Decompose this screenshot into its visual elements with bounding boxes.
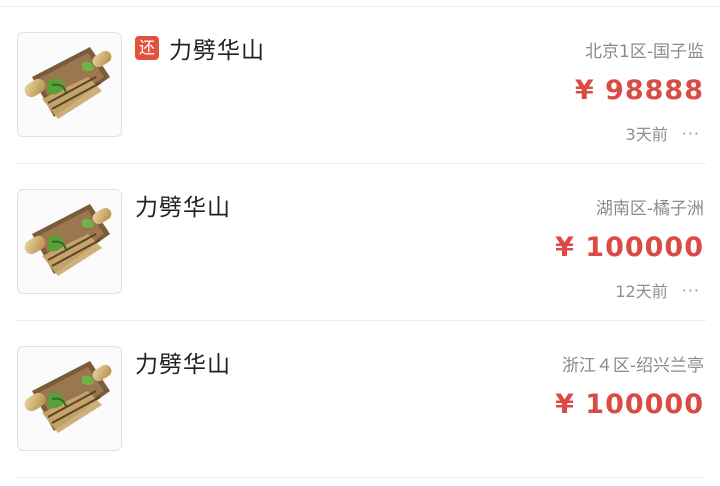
listing-title: 力劈华山 bbox=[135, 195, 231, 221]
skill-scroll-icon bbox=[17, 189, 122, 294]
skill-scroll-icon bbox=[17, 346, 122, 451]
time-label: 3天前 bbox=[625, 125, 668, 144]
return-badge-icon: 还 bbox=[135, 36, 159, 60]
title-row: 力劈华山 bbox=[135, 347, 231, 378]
listing-title: 力劈华山 bbox=[169, 38, 265, 64]
title-row: 力劈华山 bbox=[135, 190, 231, 221]
more-dots-icon[interactable]: ··· bbox=[682, 281, 700, 300]
price-label: ¥ 98888 bbox=[574, 75, 704, 106]
server-label: 浙江４区-绍兴兰亭 bbox=[561, 356, 704, 376]
more-dots-icon[interactable]: ··· bbox=[682, 124, 700, 143]
skill-scroll-icon bbox=[17, 32, 122, 137]
title-row: 还 力劈华山 bbox=[135, 33, 265, 64]
listing-title: 力劈华山 bbox=[135, 352, 231, 378]
meta-row: 3天前 ··· bbox=[626, 121, 700, 145]
listing-item[interactable]: 力劈华山 浙江４区-绍兴兰亭 ¥ 100000 bbox=[16, 321, 706, 478]
listing-list: 还 力劈华山 北京1区-国子监 ¥ 98888 3天前 ··· 力劈华山 湖南区… bbox=[0, 7, 720, 478]
server-label: 湖南区-橘子洲 bbox=[595, 199, 704, 219]
server-label: 北京1区-国子监 bbox=[585, 42, 704, 62]
listing-item[interactable]: 还 力劈华山 北京1区-国子监 ¥ 98888 3天前 ··· bbox=[16, 7, 706, 164]
time-label: 12天前 bbox=[615, 282, 668, 301]
listing-item[interactable]: 力劈华山 湖南区-橘子洲 ¥ 100000 12天前 ··· bbox=[16, 164, 706, 321]
price-label: ¥ 100000 bbox=[555, 389, 704, 420]
meta-row: 12天前 ··· bbox=[615, 278, 700, 302]
price-label: ¥ 100000 bbox=[555, 232, 704, 263]
